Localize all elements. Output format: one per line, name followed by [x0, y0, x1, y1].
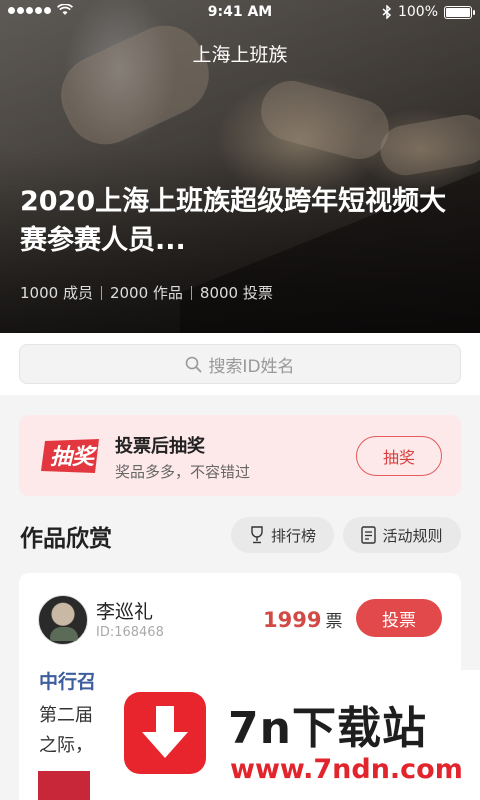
app-screen: 9:41 AM 100% 上海上班族 2020上海上班族超级跨年短视频大赛参赛人…	[0, 0, 480, 800]
watermark-url: www.7ndn.com	[230, 754, 463, 785]
battery-percent: 100%	[397, 4, 438, 20]
stat-votes: 8000 投票	[199, 284, 273, 302]
lottery-title: 投票后抽奖	[115, 436, 205, 457]
hero-stats: 1000 成员 2000 作品 8000 投票	[20, 282, 273, 303]
page-title: 上海上班族	[192, 44, 288, 66]
leaderboard-label: 排行榜	[270, 526, 316, 545]
vote-count: 1999	[263, 608, 322, 632]
stat-works: 2000 作品	[109, 284, 183, 302]
lottery-logo-text: 抽奖	[50, 444, 98, 470]
search-input[interactable]: 搜索ID姓名	[19, 344, 461, 384]
lottery-button[interactable]: 抽奖	[356, 436, 442, 476]
bluetooth-icon	[382, 5, 392, 19]
search-section: 搜索ID姓名	[0, 333, 480, 395]
trophy-icon	[251, 526, 263, 544]
hero-headline: 2020上海上班族超级跨年短视频大赛参赛人员...	[20, 186, 447, 256]
search-placeholder: 搜索ID姓名	[208, 356, 295, 377]
avatar[interactable]	[38, 595, 88, 645]
entry-name: 李巡礼	[96, 601, 154, 623]
entry-votes: 1999 票	[263, 607, 342, 632]
download-icon	[124, 692, 206, 774]
vote-unit: 票	[325, 612, 343, 632]
battery-icon	[444, 5, 475, 19]
entry-id: ID:168468	[96, 625, 164, 640]
watermark-brand: 7n下载站	[228, 703, 427, 754]
document-icon	[361, 526, 377, 544]
watermark-overlay: 7n下载站 www.7ndn.com	[104, 670, 480, 800]
lottery-banner[interactable]: 抽奖 投票后抽奖 奖品多多，不容错过 抽奖	[19, 415, 461, 496]
section-title: 作品欣赏	[20, 526, 112, 552]
status-bar: 9:41 AM 100%	[0, 0, 480, 26]
rules-button[interactable]: 活动规则	[343, 517, 461, 553]
search-icon	[186, 356, 202, 372]
vote-button[interactable]: 投票	[356, 599, 442, 637]
lottery-logo: 抽奖	[41, 439, 99, 473]
entry-thumbnail[interactable]	[38, 771, 90, 800]
battery-fill	[446, 7, 470, 17]
rules-label: 活动规则	[382, 526, 443, 545]
lottery-subtitle: 奖品多多，不容错过	[115, 463, 251, 481]
stat-members: 1000 成员	[20, 284, 93, 302]
leaderboard-button[interactable]: 排行榜	[231, 517, 334, 553]
